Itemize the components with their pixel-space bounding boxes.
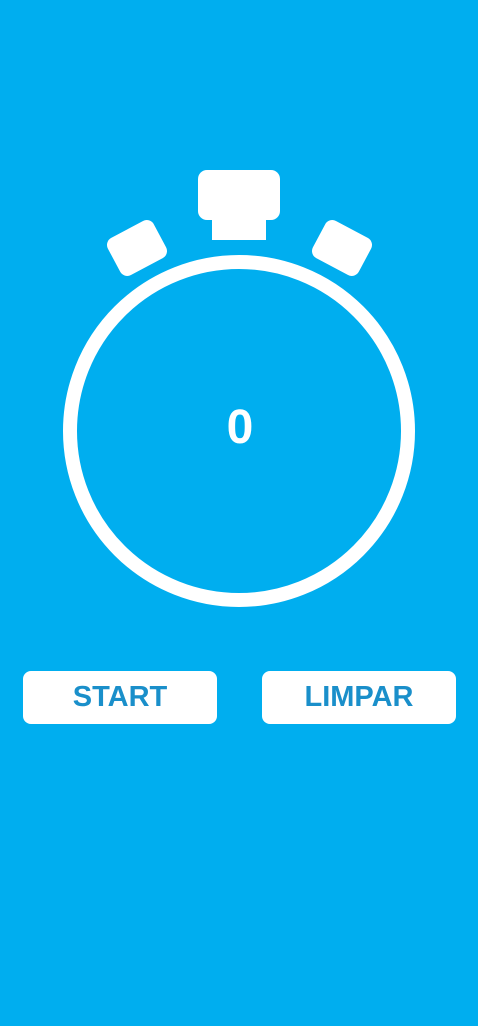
clear-button[interactable]: LIMPAR [262,671,456,724]
start-button[interactable]: START [23,671,217,724]
stopwatch: 0 [0,0,478,640]
stopwatch-crown [198,170,280,240]
timer-display: 0 [226,401,254,454]
